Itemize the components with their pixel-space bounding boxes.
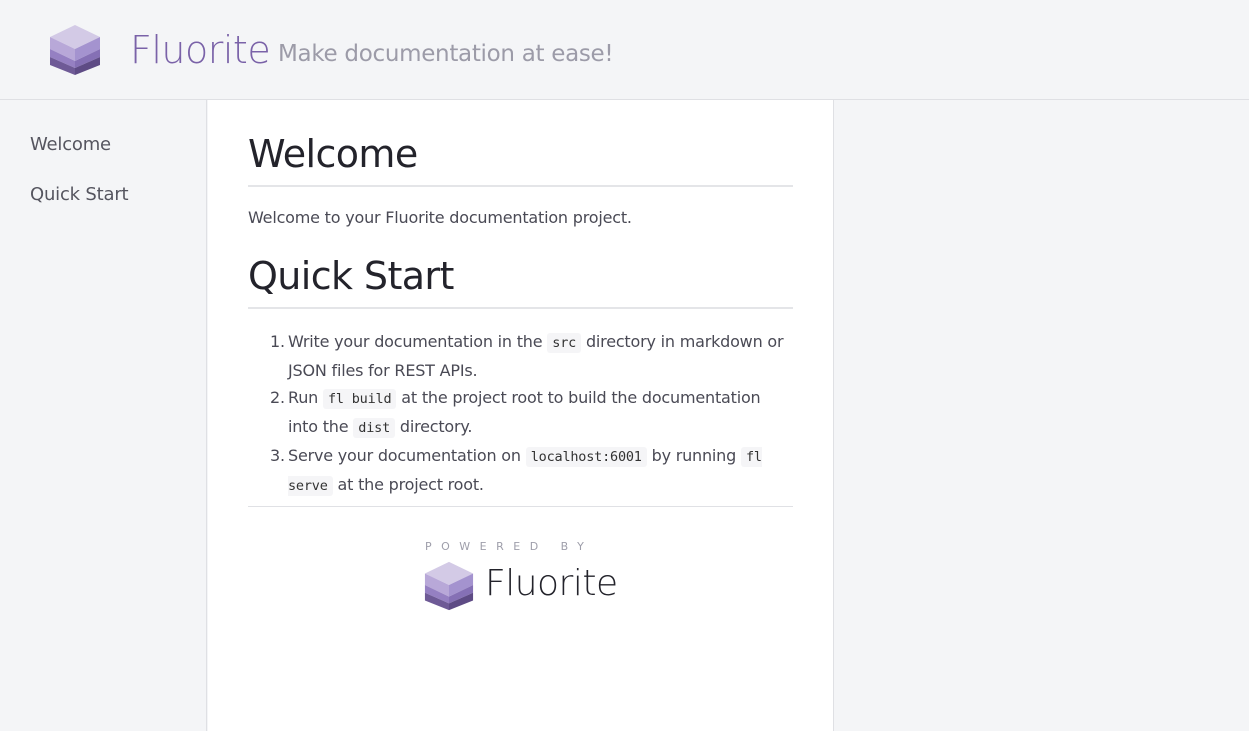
fluorite-cube-icon[interactable]: [48, 24, 102, 76]
quick-start-steps: 1. Write your documentation in the src d…: [248, 328, 793, 500]
content-divider: [248, 506, 793, 507]
list-item: 1. Write your documentation in the src d…: [248, 328, 793, 384]
sidebar-item-quick-start[interactable]: Quick Start: [30, 182, 129, 208]
inline-code: dist: [353, 418, 395, 438]
step-text: Serve your documentation on: [288, 446, 526, 465]
brand-title[interactable]: Fluorite: [130, 27, 271, 73]
sidebar: Welcome Quick Start: [0, 100, 207, 731]
step-text: Run: [288, 388, 323, 407]
step-number: 1.: [270, 332, 285, 351]
brand-tagline: Make documentation at ease!: [278, 41, 614, 67]
sidebar-item-welcome[interactable]: Welcome: [30, 132, 111, 158]
step-text: Write your documentation in the: [288, 332, 548, 351]
inline-code: src: [547, 333, 582, 353]
right-panel: [834, 100, 1249, 731]
fluorite-cube-icon[interactable]: [423, 560, 475, 612]
inline-code: fl build: [322, 389, 397, 409]
main-content: Welcome Welcome to your Fluorite documen…: [208, 100, 834, 731]
list-item: 2. Run fl build at the project root to b…: [248, 384, 793, 442]
footer-brand[interactable]: Fluorite: [485, 562, 618, 606]
step-text: directory.: [395, 417, 473, 436]
welcome-paragraph: Welcome to your Fluorite documentation p…: [248, 208, 632, 227]
welcome-heading: Welcome: [248, 131, 793, 187]
step-number: 2.: [270, 388, 285, 407]
list-item: 3. Serve your documentation on localhost…: [248, 442, 793, 500]
powered-by-label: POWERED BY: [425, 540, 594, 553]
step-text: at the project root.: [332, 475, 485, 494]
top-header: Fluorite Make documentation at ease!: [0, 0, 1249, 100]
step-number: 3.: [270, 446, 285, 465]
inline-code: localhost:6001: [525, 447, 647, 467]
quick-start-heading: Quick Start: [248, 253, 793, 309]
step-text: by running: [646, 446, 741, 465]
